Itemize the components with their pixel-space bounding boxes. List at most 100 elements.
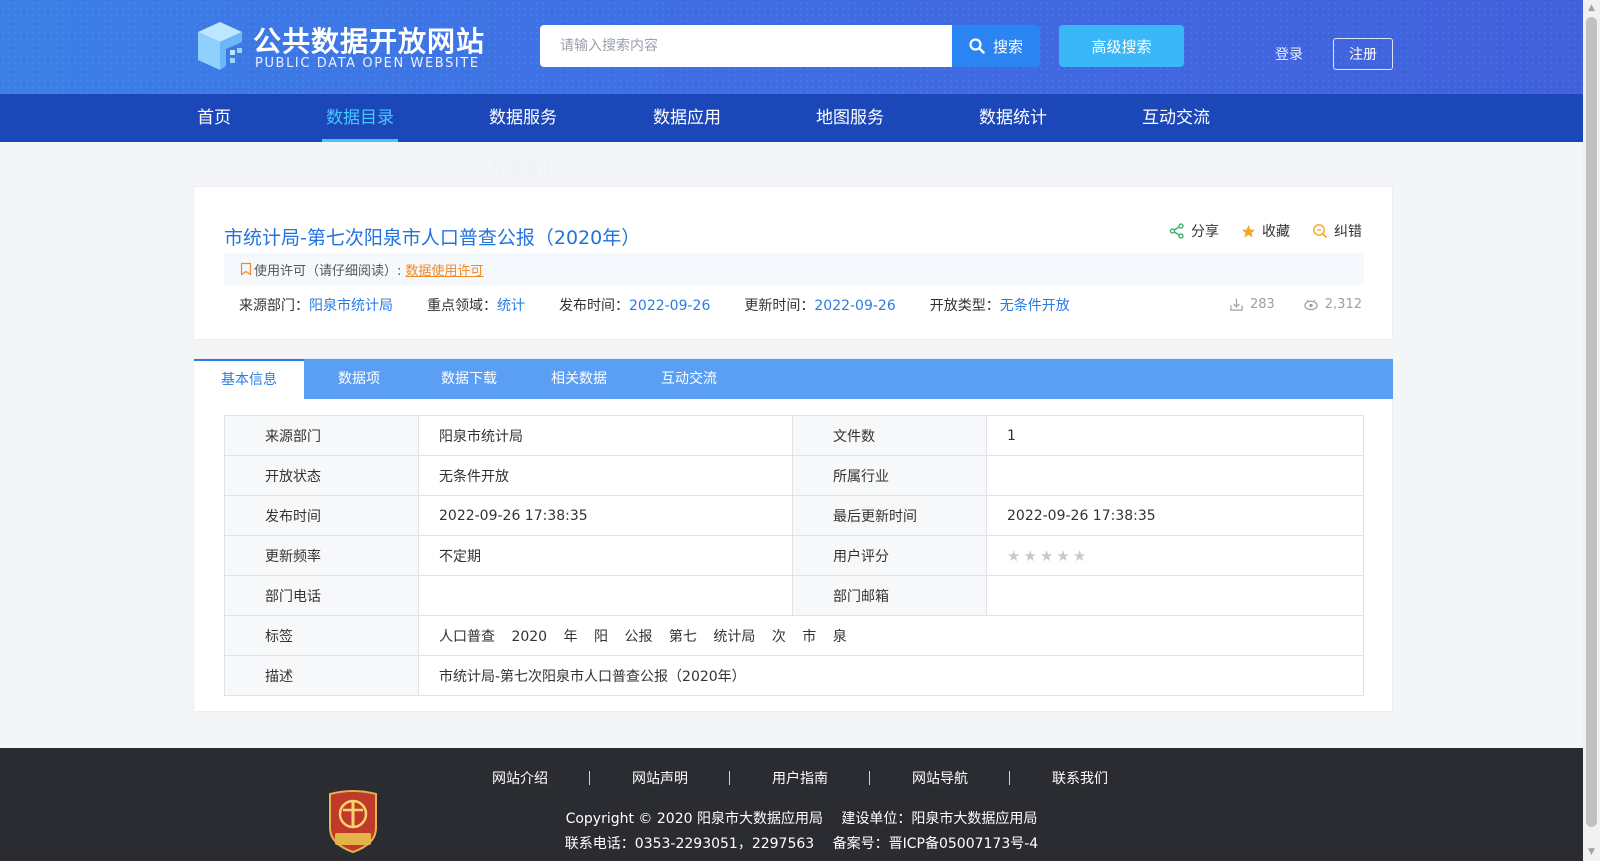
search-box: [540, 25, 952, 67]
tag[interactable]: 2020: [511, 629, 547, 645]
meta-source-dept: 来源部门：阳泉市统计局: [239, 295, 393, 315]
meta-domain: 重点领域：统计: [427, 295, 525, 315]
rating-stars[interactable]: ★ ★ ★ ★ ★: [1007, 547, 1363, 565]
footer-link-sitemap[interactable]: 网站导航: [870, 768, 1010, 788]
table-row: 描述 市统计局-第七次阳泉市人口普查公报（2020年）: [224, 655, 1364, 696]
rating-star-icon[interactable]: ★: [1040, 547, 1053, 565]
info-key: 部门邮箱: [792, 575, 987, 616]
meta-open-type: 开放类型：无条件开放: [930, 295, 1070, 315]
site-logo-icon[interactable]: [190, 18, 250, 74]
search-icon: [969, 38, 985, 54]
view-count: 2,312: [1303, 297, 1362, 312]
correct-label: 纠错: [1334, 224, 1362, 240]
info-key: 来源部门: [224, 415, 419, 456]
nav-data-stats[interactable]: 数据统计: [979, 94, 1047, 142]
info-key: 更新频率: [224, 535, 419, 576]
footer-link-contact[interactable]: 联系我们: [1010, 768, 1150, 788]
search-button[interactable]: 搜索: [952, 25, 1040, 67]
login-link[interactable]: 登录: [1275, 44, 1303, 64]
tab-data-items[interactable]: 数据项: [304, 359, 414, 399]
search-input[interactable]: [560, 38, 952, 54]
info-value: [986, 455, 1364, 496]
nav-data-services[interactable]: 数据服务: [489, 94, 557, 142]
scrollbar-thumb[interactable]: [1586, 17, 1597, 827]
nav-data-catalog[interactable]: 数据目录: [322, 94, 398, 142]
footer-link-about[interactable]: 网站介绍: [450, 768, 590, 788]
meta-value[interactable]: 阳泉市统计局: [309, 298, 393, 314]
tab-interaction[interactable]: 互动交流: [634, 359, 744, 399]
site-header: 公共数据开放网站 PUBLIC DATA OPEN WEBSITE 搜索 高级搜…: [0, 0, 1583, 94]
meta-key: 更新时间：: [744, 298, 815, 314]
register-button[interactable]: 注册: [1333, 38, 1393, 70]
tag[interactable]: 阳: [594, 629, 608, 645]
info-value: ★ ★ ★ ★ ★: [986, 535, 1364, 576]
download-count-value: 283: [1249, 297, 1275, 312]
info-value: [986, 575, 1364, 616]
license-link[interactable]: 数据使用许可: [405, 260, 483, 279]
tag[interactable]: 年: [564, 629, 578, 645]
correct-button[interactable]: 纠错: [1312, 221, 1362, 241]
nav-map-services[interactable]: 地图服务: [816, 94, 884, 142]
table-row: 部门电话 部门邮箱: [224, 575, 1364, 616]
copyright-text: Copyright © 2020 阳泉市大数据应用局 建设单位：阳泉市大数据应用…: [565, 811, 1038, 827]
view-count-value: 2,312: [1324, 297, 1362, 312]
table-row: 发布时间 2022-09-26 17:38:35 最后更新时间 2022-09-…: [224, 495, 1364, 536]
meta-key: 发布时间：: [559, 298, 629, 314]
info-value: 阳泉市统计局: [418, 415, 793, 456]
footer-links: 网站介绍 网站声明 用户指南 网站导航 联系我们: [450, 768, 1150, 788]
tag[interactable]: 人口普查: [439, 629, 495, 645]
tag[interactable]: 公报: [624, 629, 652, 645]
meta-value[interactable]: 统计: [497, 298, 525, 314]
contact-text: 联系电话：0353-2293051，2297563 备案号：晋ICP备05007…: [564, 836, 1039, 852]
site-name-en: PUBLIC DATA OPEN WEBSITE: [255, 56, 480, 71]
dataset-actions: 分享 收藏 纠错: [1169, 221, 1362, 241]
tag[interactable]: 市: [802, 629, 816, 645]
footer-link-guide[interactable]: 用户指南: [730, 768, 870, 788]
scroll-down-arrow-icon[interactable]: ▼: [1583, 844, 1600, 861]
info-key: 用户评分: [792, 535, 987, 576]
download-icon: [1230, 298, 1243, 311]
meta-publish-time: 发布时间：2022-09-26: [559, 295, 710, 315]
rating-star-icon[interactable]: ★: [1056, 547, 1069, 565]
tab-basic-info[interactable]: 基本信息: [194, 359, 304, 399]
favorite-button[interactable]: 收藏: [1241, 221, 1290, 241]
info-value: 不定期: [418, 535, 793, 576]
site-footer: 网站介绍 网站声明 用户指南 网站导航 联系我们 Copyright © 202…: [0, 748, 1583, 861]
share-button[interactable]: 分享: [1169, 221, 1219, 241]
nav-interaction[interactable]: 互动交流: [1142, 94, 1210, 142]
tag[interactable]: 统计局: [713, 629, 755, 645]
footer-link-statement[interactable]: 网站声明: [590, 768, 730, 788]
info-value: 2022-09-26 17:38:35: [418, 495, 793, 536]
favorite-label: 收藏: [1262, 224, 1290, 240]
rating-star-icon[interactable]: ★: [1023, 547, 1036, 565]
advanced-search-button[interactable]: 高级搜索: [1059, 25, 1184, 67]
page-scrollbar[interactable]: ▲ ▼: [1583, 0, 1600, 861]
info-key: 所属行业: [792, 455, 987, 496]
search-button-label: 搜索: [992, 37, 1023, 56]
info-key: 部门电话: [224, 575, 419, 616]
nav-home[interactable]: 首页: [197, 94, 231, 142]
share-icon: [1169, 223, 1184, 239]
share-label: 分享: [1191, 224, 1219, 240]
scroll-up-arrow-icon[interactable]: ▲: [1583, 0, 1600, 17]
download-count: 283: [1229, 297, 1275, 312]
nav-developer-center[interactable]: 开发者中心: [489, 155, 574, 180]
info-value: [418, 575, 793, 616]
tag[interactable]: 第七: [669, 629, 697, 645]
tag[interactable]: 泉: [833, 629, 847, 645]
main-nav: 首页 数据目录 数据服务 数据应用 地图服务 数据统计 互动交流: [0, 94, 1583, 142]
table-row: 来源部门 阳泉市统计局 文件数 1: [224, 415, 1364, 456]
bookmark-icon: [240, 262, 252, 276]
rating-star-icon[interactable]: ★: [1073, 547, 1086, 565]
info-key: 标签: [224, 615, 419, 656]
nav-data-apps[interactable]: 数据应用: [653, 94, 721, 142]
dataset-stats: 283 2,312: [1229, 297, 1362, 312]
dataset-meta-row: 来源部门：阳泉市统计局 重点领域：统计 发布时间：2022-09-26 更新时间…: [239, 295, 1104, 315]
license-bar: 使用许可（请仔细阅读）: 数据使用许可: [224, 253, 1364, 285]
tag[interactable]: 次: [772, 629, 786, 645]
tab-related-data[interactable]: 相关数据: [524, 359, 634, 399]
tab-data-download[interactable]: 数据下载: [414, 359, 524, 399]
info-key: 发布时间: [224, 495, 419, 536]
info-value: 无条件开放: [418, 455, 793, 496]
rating-star-icon[interactable]: ★: [1007, 547, 1020, 565]
